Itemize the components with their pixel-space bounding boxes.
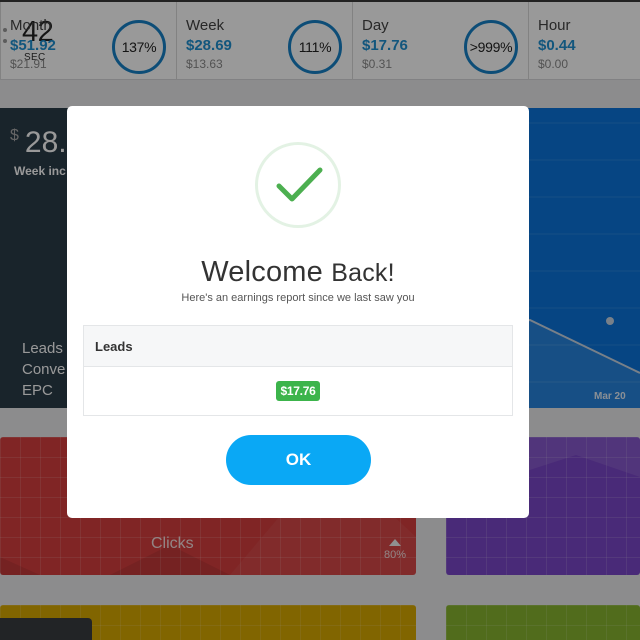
modal-subtitle: Here's an earnings report since we last … [181, 292, 415, 304]
earnings-badge: $17.76 [275, 381, 321, 401]
ok-button[interactable]: OK [226, 435, 371, 485]
modal-title-part2: Back! [331, 259, 395, 287]
report-row: $17.76 [84, 367, 512, 415]
modal-title-part1: Welcome [201, 256, 323, 288]
report-header: Leads [84, 326, 512, 367]
modal-title: Welcome Back! [67, 256, 529, 289]
welcome-back-modal: Welcome Back! Here's an earnings report … [67, 106, 529, 518]
check-circle-icon [255, 142, 341, 228]
earnings-report-table: Leads $17.76 [83, 325, 513, 416]
